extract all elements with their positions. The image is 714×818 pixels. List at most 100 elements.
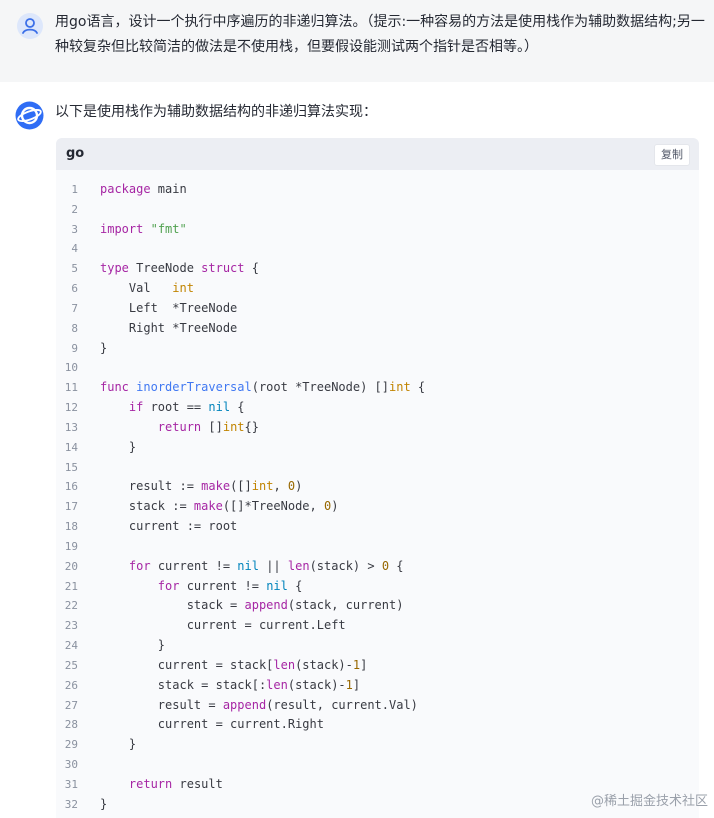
line-number: 15 bbox=[64, 460, 78, 474]
code-line: 26 stack = stack[:len(stack)-1] bbox=[56, 676, 699, 696]
line-number: 16 bbox=[64, 480, 78, 494]
ai-assistant-icon bbox=[15, 101, 44, 130]
code-line: 28 current = current.Right bbox=[56, 715, 699, 735]
line-number: 8 bbox=[71, 321, 78, 335]
line-number: 12 bbox=[64, 401, 78, 415]
line-code: stack = append(stack, current) bbox=[100, 598, 404, 613]
code-line: 24 } bbox=[56, 636, 699, 656]
line-code: return []int{} bbox=[157, 419, 259, 434]
code-line: 14 } bbox=[56, 438, 699, 458]
line-number: 25 bbox=[64, 658, 78, 672]
line-code: Val int bbox=[100, 281, 194, 296]
line-number: 31 bbox=[64, 777, 78, 791]
line-code: } bbox=[100, 796, 108, 811]
code-line: 10 bbox=[56, 358, 699, 378]
user-avatar bbox=[17, 13, 43, 39]
user-icon bbox=[22, 18, 38, 34]
code-body: 1 package main 2 3 import "fmt" 4 5 type TreeNo… bbox=[56, 180, 699, 815]
line-code: if root == nil { bbox=[128, 400, 245, 415]
line-number: 4 bbox=[71, 242, 78, 256]
code-line: 7 Left *TreeNode bbox=[56, 299, 699, 319]
line-number: 19 bbox=[64, 539, 78, 553]
line-number: 32 bbox=[64, 797, 78, 811]
line-code: stack = stack[:len(stack)-1] bbox=[100, 677, 361, 692]
line-number: 18 bbox=[64, 520, 78, 534]
line-number: 14 bbox=[64, 440, 78, 454]
line-number: 27 bbox=[64, 698, 78, 712]
line-code: stack := make([]*TreeNode, 0) bbox=[100, 499, 339, 514]
code-line: 13 return []int{} bbox=[56, 418, 699, 438]
code-line: 19 bbox=[56, 537, 699, 557]
line-code: } bbox=[100, 638, 166, 653]
code-line: 4 bbox=[56, 239, 699, 259]
code-line: 12 if root == nil { bbox=[56, 398, 699, 418]
code-block: go 复制 1 package main 2 3 import "fmt" 4 5 type … bbox=[56, 138, 699, 818]
line-number: 2 bbox=[71, 202, 78, 216]
copy-button[interactable]: 复制 bbox=[654, 144, 690, 166]
code-line: 20 for current != nil || len(stack) > 0 … bbox=[56, 557, 699, 577]
line-number: 22 bbox=[64, 599, 78, 613]
code-line: 11 func inorderTraversal(root *TreeNode) … bbox=[56, 378, 699, 398]
line-code: package main bbox=[100, 182, 187, 196]
code-header: go 复制 bbox=[56, 138, 699, 170]
code-line: 27 result = append(result, current.Val) bbox=[56, 696, 699, 716]
line-number: 6 bbox=[71, 282, 78, 296]
line-number: 9 bbox=[71, 341, 78, 355]
line-code: } bbox=[100, 340, 108, 355]
code-line: 22 stack = append(stack, current) bbox=[56, 596, 699, 616]
watermark: @稀土掘金技术社区 bbox=[590, 794, 708, 809]
line-code: func inorderTraversal(root *TreeNode) []… bbox=[100, 380, 426, 395]
code-line: 30 bbox=[56, 755, 699, 775]
line-number: 7 bbox=[71, 301, 78, 315]
line-number: 17 bbox=[64, 500, 78, 514]
code-line: 2 bbox=[56, 200, 699, 220]
code-line: 3 import "fmt" bbox=[56, 220, 699, 240]
code-line: 25 current = stack[len(stack)-1] bbox=[56, 656, 699, 676]
line-number: 29 bbox=[64, 738, 78, 752]
line-code: } bbox=[100, 737, 137, 752]
line-number: 26 bbox=[64, 678, 78, 692]
line-code: } bbox=[100, 439, 137, 454]
code-line: 6 Val int bbox=[56, 279, 699, 299]
line-code: type TreeNode struct { bbox=[100, 261, 259, 276]
line-number: 11 bbox=[64, 381, 78, 395]
line-number: 23 bbox=[64, 619, 78, 633]
line-code: return result bbox=[128, 776, 223, 791]
code-line: 8 Right *TreeNode bbox=[56, 319, 699, 339]
code-line: 17 stack := make([]*TreeNode, 0) bbox=[56, 497, 699, 517]
line-code: Right *TreeNode bbox=[100, 320, 238, 335]
code-line: 9} bbox=[56, 339, 699, 359]
code-line: 18 current := root bbox=[56, 517, 699, 537]
code-line: 21 for current != nil { bbox=[56, 577, 699, 597]
line-number: 3 bbox=[71, 222, 78, 236]
user-message: 用go语言，设计一个执行中序遍历的非递归算法。（提示:一种容易的方法是使用栈作为… bbox=[0, 0, 714, 82]
line-number: 21 bbox=[64, 579, 78, 593]
line-code: result := make([]int, 0) bbox=[100, 479, 303, 494]
code-language-label: go bbox=[66, 146, 85, 161]
line-number: 13 bbox=[64, 420, 78, 434]
line-number: 20 bbox=[64, 559, 78, 573]
code-line: 1 package main bbox=[56, 180, 699, 200]
line-number: 24 bbox=[64, 639, 78, 653]
line-code: current = stack[len(stack)-1] bbox=[100, 657, 368, 672]
line-code: import "fmt" bbox=[100, 221, 187, 236]
assistant-intro-text: 以下是使用栈作为辅助数据结构的非递归算法实现： bbox=[55, 104, 377, 120]
line-number: 30 bbox=[64, 758, 78, 772]
line-code: result = append(result, current.Val) bbox=[100, 697, 418, 712]
code-line: 16 result := make([]int, 0) bbox=[56, 477, 699, 497]
line-number: 5 bbox=[71, 262, 78, 276]
line-code: current := root bbox=[100, 519, 238, 534]
line-code: Left *TreeNode bbox=[100, 300, 238, 315]
line-code: for current != nil || len(stack) > 0 { bbox=[128, 558, 404, 573]
line-number: 1 bbox=[71, 183, 78, 196]
line-code: for current != nil { bbox=[157, 578, 303, 593]
code-line: 23 current = current.Left bbox=[56, 616, 699, 636]
assistant-avatar bbox=[15, 101, 44, 130]
line-code: current = current.Left bbox=[100, 618, 346, 633]
code-line: 15 bbox=[56, 458, 699, 478]
code-line: 29 } bbox=[56, 735, 699, 755]
user-message-text: 用go语言，设计一个执行中序遍历的非递归算法。（提示:一种容易的方法是使用栈作为… bbox=[55, 14, 705, 55]
line-number: 10 bbox=[64, 361, 78, 375]
line-number: 28 bbox=[64, 718, 78, 732]
code-line: 5 type TreeNode struct { bbox=[56, 259, 699, 279]
